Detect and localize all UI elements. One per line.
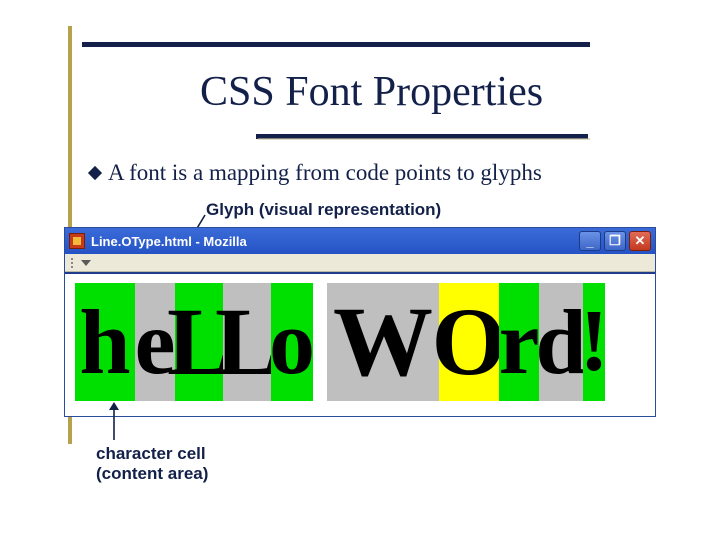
glyph-d: d	[539, 283, 583, 401]
slide-title: CSS Font Properties	[200, 68, 543, 116]
glyph-annotation-label: Glyph (visual representation)	[206, 200, 441, 220]
glyph-exclaim: !	[583, 283, 605, 401]
character-cell-annotation-label: character cell (content area)	[96, 444, 208, 485]
glyph-o: o	[271, 283, 313, 401]
maximize-button[interactable]: ❐	[604, 231, 626, 251]
character-cell-line-2: (content area)	[96, 464, 208, 483]
close-button[interactable]: ✕	[629, 231, 651, 251]
glyph-L2: L	[223, 283, 271, 401]
mozilla-app-icon	[69, 233, 85, 249]
glyph-W: W	[327, 283, 439, 401]
glyph-row: h e L L o W O r d !	[71, 282, 649, 402]
window-titlebar: Line.OType.html - Mozilla _ ❐ ✕	[65, 228, 655, 254]
menu-dropdown-icon	[81, 260, 91, 266]
top-divider	[82, 42, 590, 47]
toolbar-grip-icon	[71, 258, 73, 268]
glyph-h: h	[75, 283, 135, 401]
word-spacer	[313, 283, 327, 401]
subtitle-divider-shadow	[258, 138, 590, 140]
browser-window: Line.OType.html - Mozilla _ ❐ ✕ h e L L …	[64, 227, 656, 417]
character-cell-line-1: character cell	[96, 444, 206, 463]
bullet-diamond-icon	[88, 166, 102, 180]
window-title: Line.OType.html - Mozilla	[91, 234, 573, 249]
minimize-button[interactable]: _	[579, 231, 601, 251]
glyph-r: r	[499, 283, 539, 401]
bullet-text: A font is a mapping from code points to …	[108, 160, 542, 186]
page-canvas: h e L L o W O r d !	[65, 272, 655, 416]
window-menubar	[65, 254, 655, 272]
window-controls: _ ❐ ✕	[579, 231, 651, 251]
bullet-row: A font is a mapping from code points to …	[90, 160, 542, 186]
glyph-O2: O	[439, 283, 499, 401]
